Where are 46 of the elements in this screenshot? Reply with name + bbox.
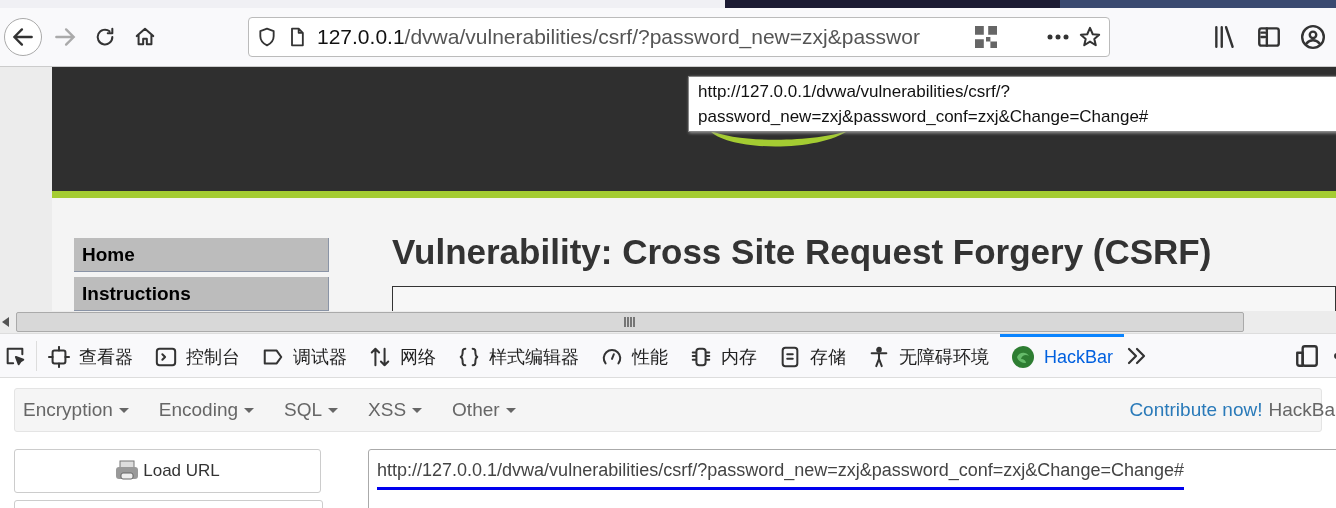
inspector-icon	[48, 346, 70, 368]
devtools-tab[interactable]: 网络	[358, 334, 447, 377]
contribute-link[interactable]: Contribute now!	[1129, 399, 1263, 421]
url-text: 127.0.0.1/dvwa/vulnerabilities/csrf/?password_new=zxj&passwor	[317, 25, 921, 49]
address-bar[interactable]: 127.0.0.1/dvwa/vulnerabilities/csrf/?password_new=zxj&passwor	[248, 17, 1110, 57]
console-icon	[155, 346, 177, 368]
devtools-tab[interactable]: 存储	[768, 334, 857, 377]
devtools-tab[interactable]: HackBar	[1000, 334, 1125, 377]
reload-icon	[94, 26, 116, 48]
back-button[interactable]	[4, 18, 42, 56]
sidebar-icon	[1256, 24, 1282, 50]
devtools-tab[interactable]: 调试器	[251, 334, 358, 377]
dropdown-menu[interactable]: Encryption	[23, 399, 145, 421]
more-icon[interactable]	[1047, 34, 1069, 40]
braces-icon	[458, 346, 480, 368]
storage-icon	[779, 346, 801, 368]
chip-icon	[690, 346, 712, 368]
scroll-left-icon[interactable]	[2, 317, 10, 327]
account-icon	[1300, 24, 1326, 50]
url-textarea[interactable]: http://127.0.0.1/dvwa/vulnerabilities/csrf/?password_new=zxj&password_conf=zxj&Change=Change#	[368, 449, 1336, 508]
star-icon	[1079, 26, 1101, 48]
home-icon	[134, 26, 156, 48]
hackbar-logo-icon	[1011, 345, 1035, 369]
dropdown-menu[interactable]: SQL	[284, 399, 355, 421]
dropdown-menu[interactable]: Encoding	[158, 399, 270, 421]
menu-item[interactable]: Home	[74, 238, 329, 272]
dropdown-menu[interactable]: Other	[452, 399, 532, 421]
network-icon	[369, 346, 391, 368]
menu-item[interactable]: Instructions	[74, 277, 329, 311]
responsive-design-icon	[1294, 342, 1320, 369]
devtools-tab[interactable]: 性能	[590, 334, 679, 377]
devtools-tab[interactable]: 查看器	[37, 334, 144, 377]
printer-icon	[115, 460, 140, 482]
shield-icon	[257, 27, 277, 47]
person-icon	[868, 346, 890, 368]
grip-icon	[624, 317, 636, 327]
devtools-tab[interactable]: 样式编辑器	[447, 334, 590, 377]
load-url-button[interactable]: Load URL	[14, 449, 321, 493]
page-heading: Vulnerability: Cross Site Request Forgery (CSRF)	[392, 232, 1213, 272]
devtools-tab[interactable]: 无障碍环境	[857, 334, 1000, 377]
qr-code-icon	[975, 26, 997, 48]
devtools-tab[interactable]: 内存	[679, 334, 768, 377]
devtools-tab[interactable]: 控制台	[144, 334, 251, 377]
dropdown-menu[interactable]: XSS	[368, 399, 439, 421]
brand-text: HackBa	[1268, 399, 1335, 421]
url-tooltip: http://127.0.0.1/dvwa/vulnerabilities/csrf/?password_new=zxj&password_conf=zxj&Change=Change#	[688, 76, 1336, 132]
